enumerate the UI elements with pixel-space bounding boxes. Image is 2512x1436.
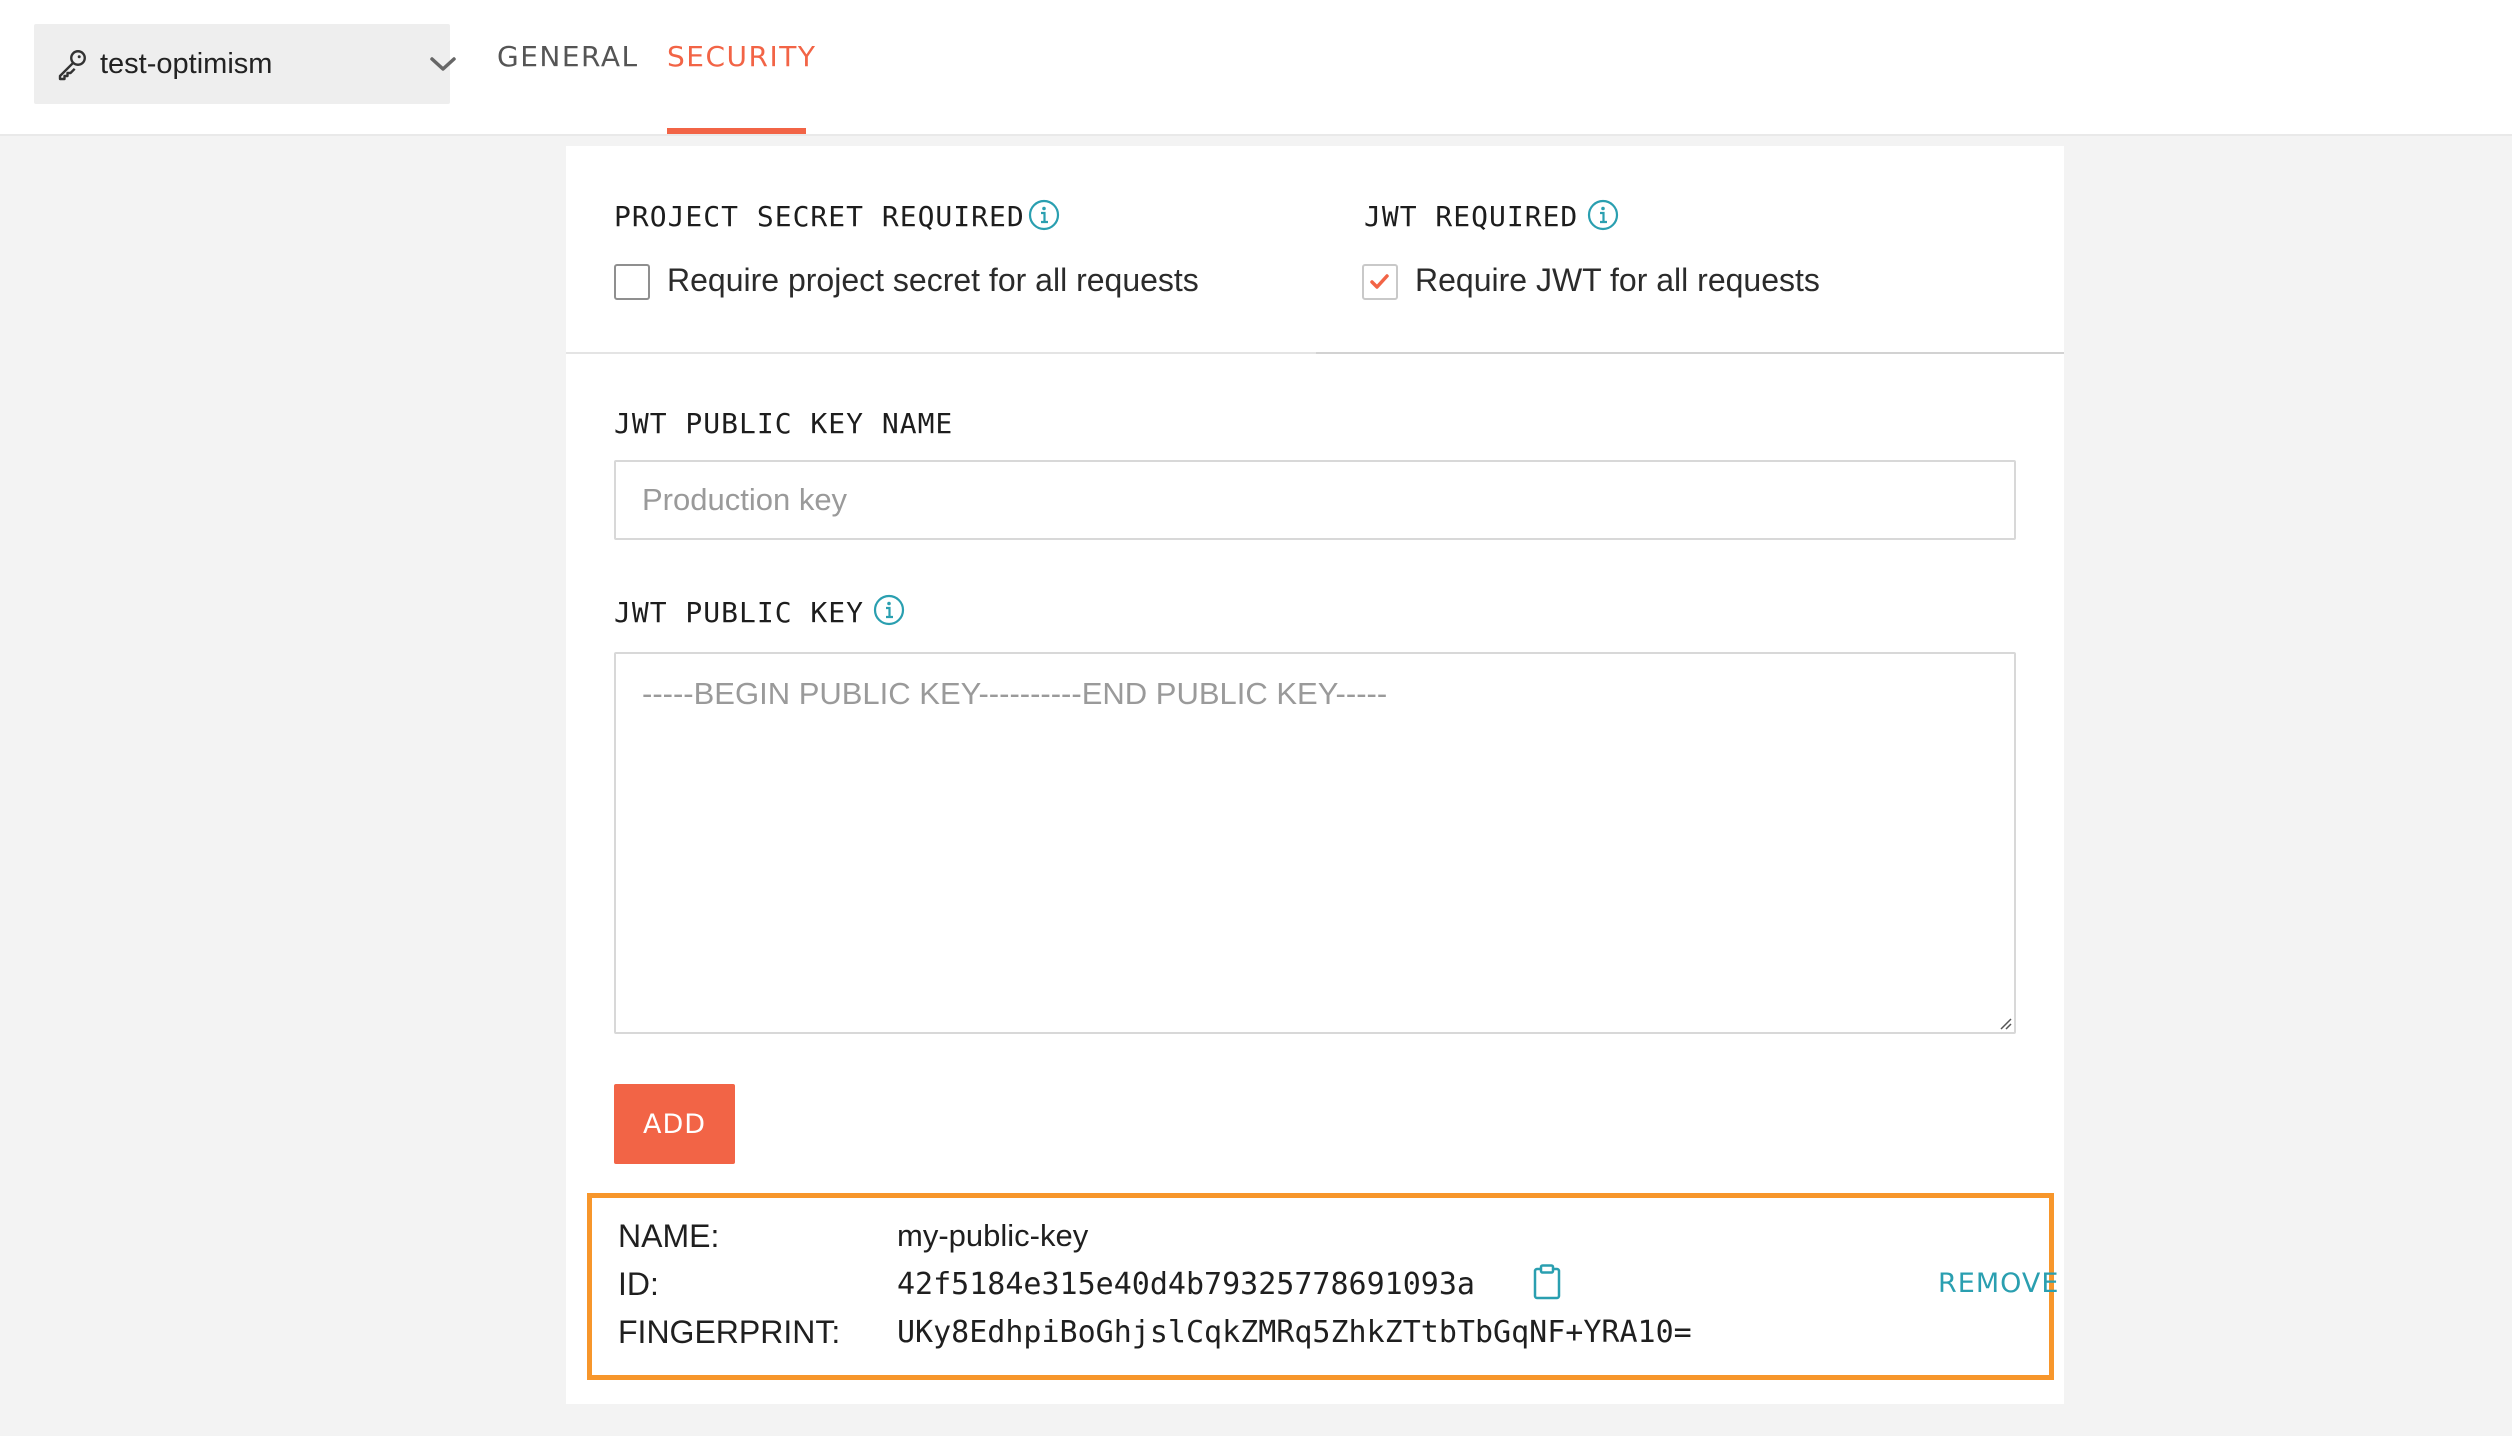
key-icon	[58, 50, 86, 81]
add-button[interactable]: ADD	[614, 1084, 735, 1164]
saved-key-entry: NAME: my-public-key ID: 42f5184e315e40d4…	[587, 1193, 2058, 1380]
jwt-required-heading: JWT REQUIRED	[1364, 200, 1579, 233]
check-icon	[1370, 274, 1389, 289]
key-name-value: my-public-key	[897, 1218, 1089, 1253]
tab-security[interactable]: SECURITY	[667, 40, 816, 73]
project-secret-heading: PROJECT SECRET REQUIRED	[614, 200, 1025, 233]
top-bar: test-optimism GENERAL SECURITY	[0, 0, 2512, 136]
project-secret-checkbox[interactable]	[614, 264, 650, 300]
key-id-label: ID:	[618, 1266, 659, 1302]
project-name: test-optimism	[100, 48, 273, 80]
section-divider	[1316, 352, 2064, 354]
tab-general[interactable]: GENERAL	[497, 40, 639, 73]
jwt-required-checkbox[interactable]	[1362, 264, 1398, 300]
key-fingerprint-value: UKy8EdhpiBoGhjslCqkZMRq5ZhkZTtbTbGqNF+YR…	[897, 1315, 1692, 1350]
section-divider	[566, 352, 1316, 354]
key-name-label: NAME:	[618, 1218, 720, 1254]
project-selector[interactable]: test-optimism	[34, 24, 456, 104]
project-secret-checkbox-label: Require project secret for all requests	[667, 262, 1199, 298]
info-icon[interactable]	[1028, 199, 1060, 231]
key-fingerprint-label: FINGERPRINT:	[618, 1314, 841, 1350]
remove-key-button[interactable]: REMOVE	[1938, 1268, 2059, 1299]
info-icon[interactable]	[873, 594, 905, 626]
jwt-public-key-heading: JWT PUBLIC KEY	[614, 596, 865, 629]
active-tab-indicator	[667, 128, 806, 134]
jwt-key-name-input[interactable]	[614, 460, 2016, 540]
key-id-value: 42f5184e315e40d4b79325778691093a	[897, 1267, 1475, 1302]
jwt-key-name-heading: JWT PUBLIC KEY NAME	[614, 407, 954, 440]
chevron-down-icon	[428, 24, 458, 104]
jwt-required-checkbox-label: Require JWT for all requests	[1415, 262, 1820, 298]
resize-handle-icon[interactable]	[1996, 1014, 2012, 1030]
clipboard-icon[interactable]	[1533, 1264, 1561, 1300]
jwt-public-key-textarea[interactable]	[614, 652, 2016, 1034]
info-icon[interactable]	[1587, 199, 1619, 231]
